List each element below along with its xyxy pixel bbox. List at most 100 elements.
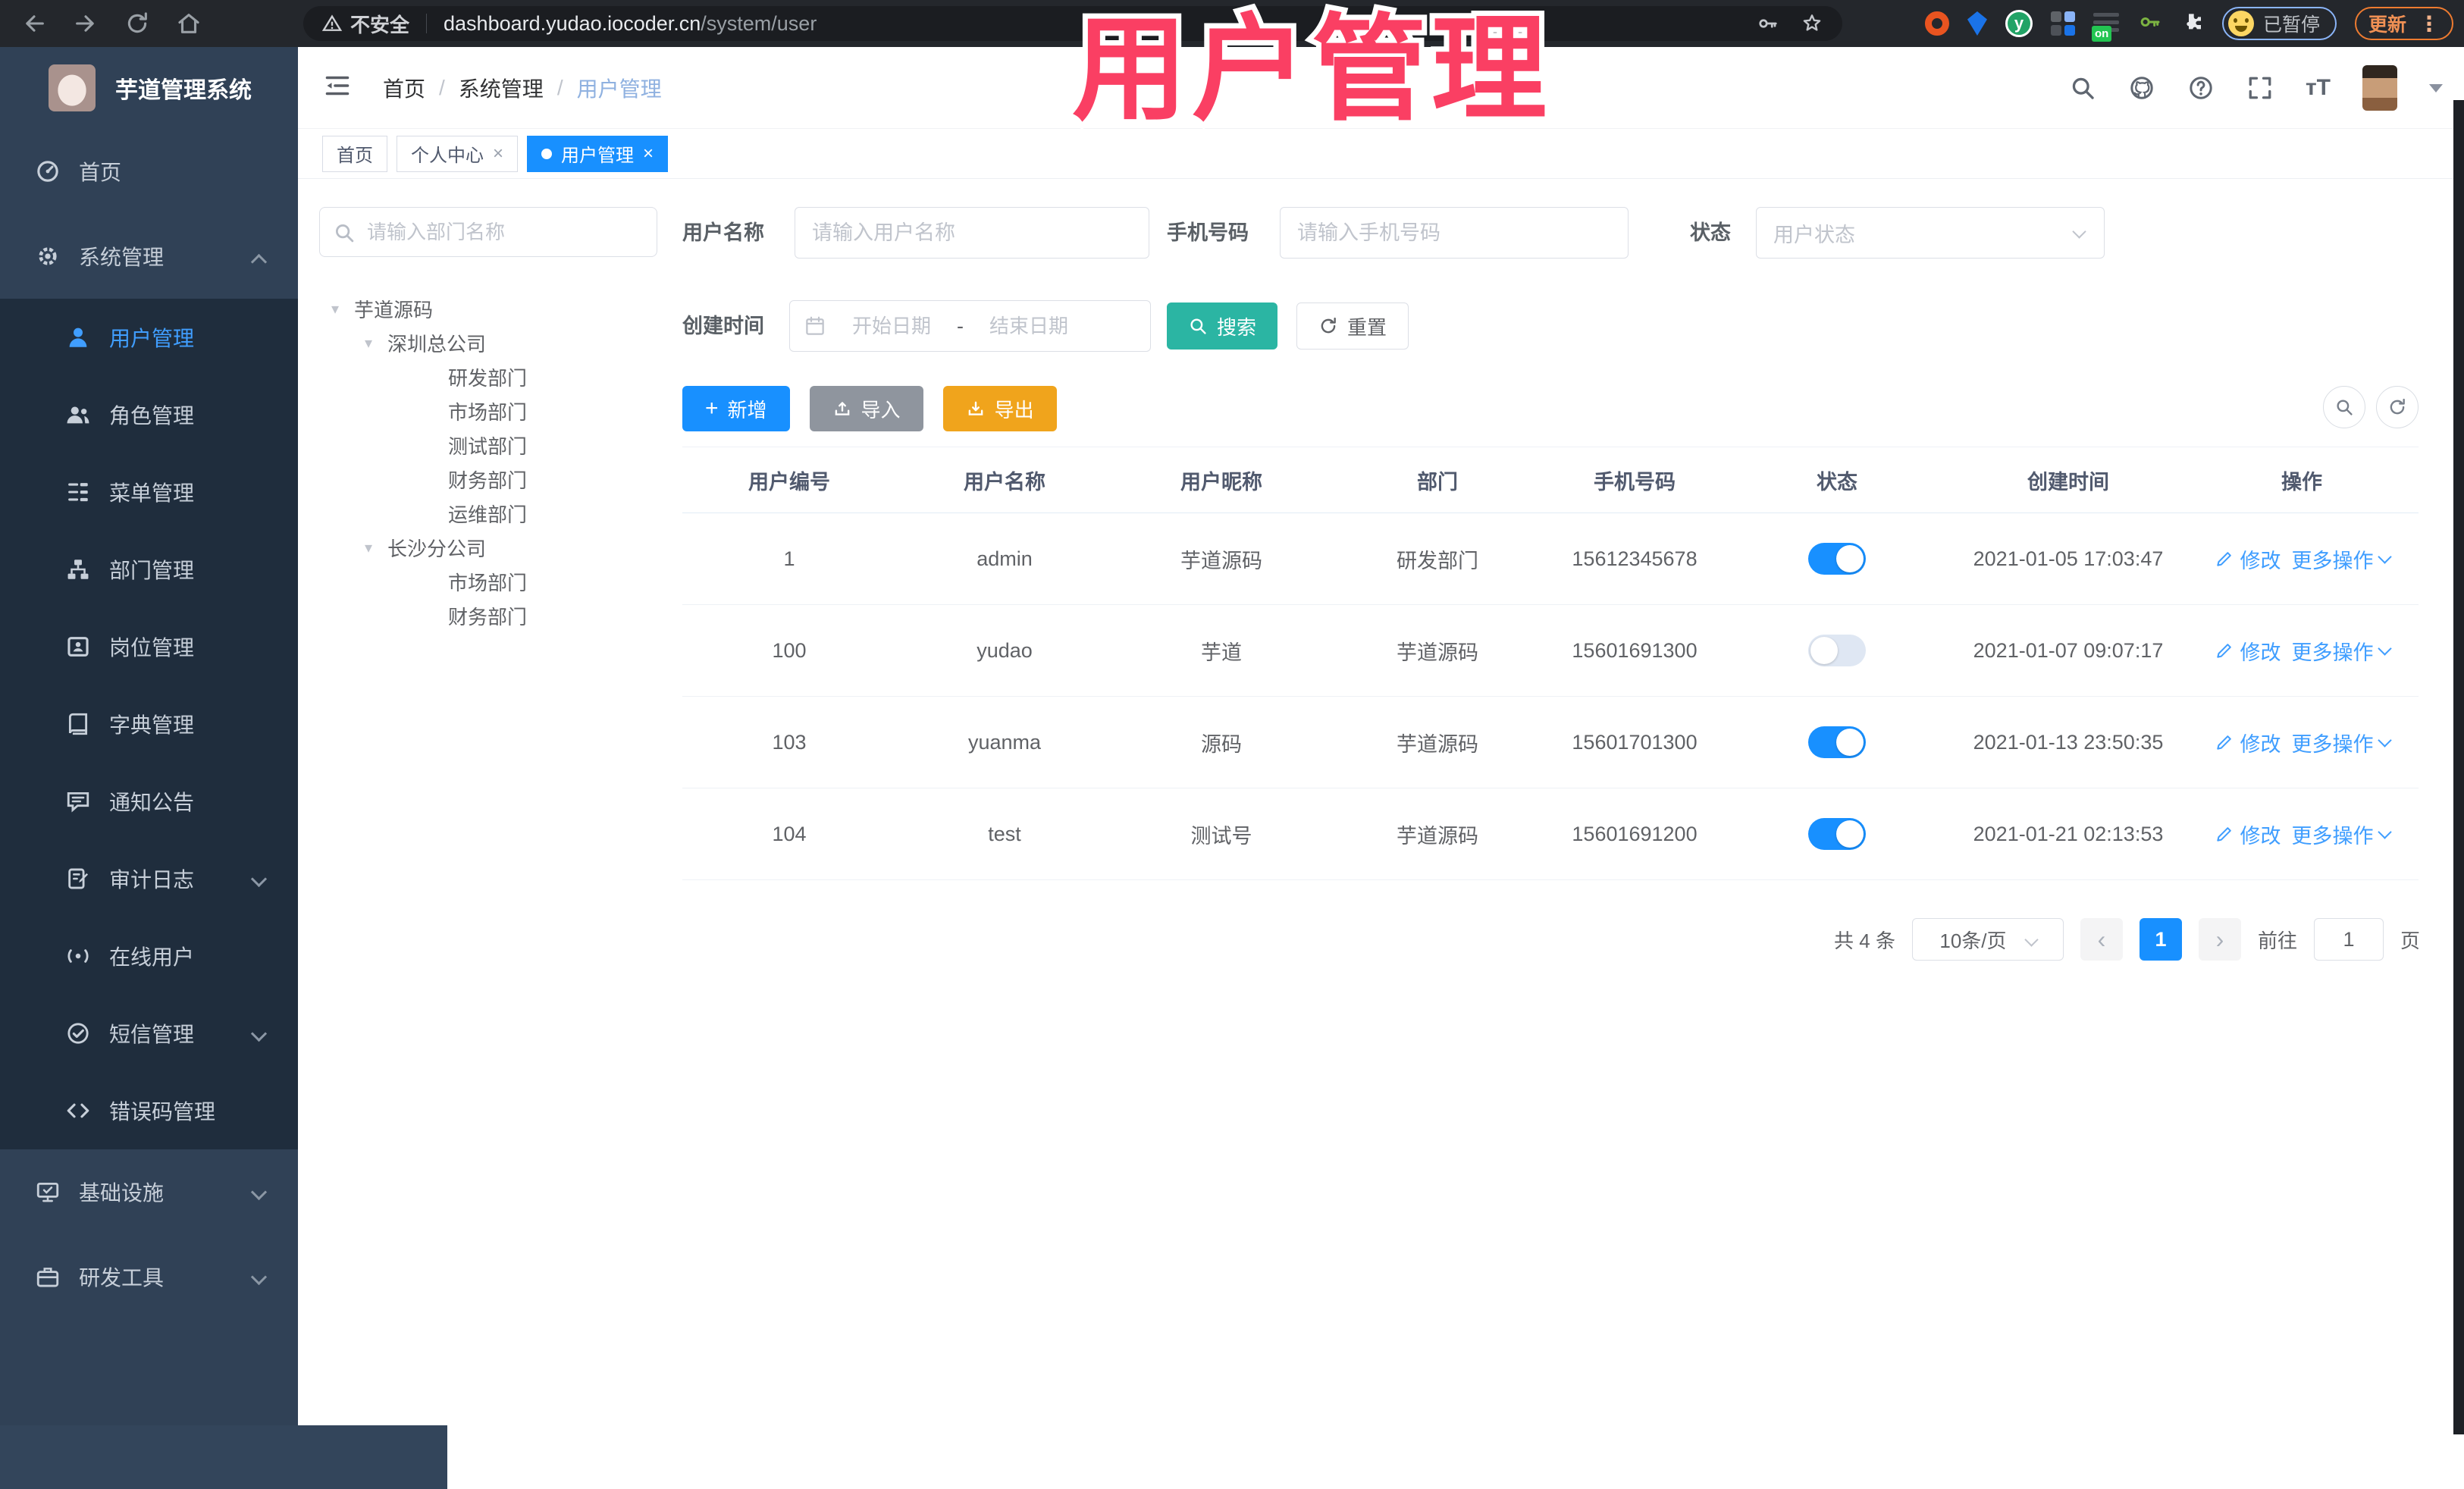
more-actions-link[interactable]: 更多操作 [2292, 820, 2392, 849]
import-button[interactable]: 导入 [809, 386, 923, 431]
sidebar-collapse-button[interactable] [324, 72, 351, 103]
status-toggle[interactable] [1808, 543, 1866, 575]
dept-search-input[interactable] [319, 207, 657, 257]
status-toggle[interactable] [1808, 726, 1866, 758]
sidebar-item-tools[interactable]: 研发工具 [0, 1234, 298, 1319]
caret-down-icon[interactable]: ▾ [365, 334, 387, 353]
browser-reload-button[interactable] [120, 6, 155, 41]
export-button[interactable]: 导出 [942, 386, 1057, 431]
browser-profile-chip[interactable]: 已暂停 [2221, 7, 2337, 40]
date-range-picker[interactable]: - [789, 300, 1151, 352]
tree-node-市场部门[interactable]: 市场部门 [319, 565, 657, 599]
search-button[interactable]: 搜索 [1167, 303, 1277, 350]
status-toggle[interactable] [1808, 635, 1866, 666]
sidebar-item-errcode[interactable]: 错误码管理 [0, 1072, 298, 1149]
tab-首页[interactable]: 首页 [322, 135, 387, 172]
status-toggle[interactable] [1808, 818, 1866, 850]
extensions-puzzle-icon[interactable] [2180, 10, 2204, 38]
extension-green-key-icon[interactable] [2137, 10, 2161, 38]
dev-tools-icon [35, 1264, 61, 1290]
add-button[interactable]: + 新增 [682, 386, 790, 431]
sidebar-item-notice[interactable]: 通知公告 [0, 763, 298, 840]
tree-node-长沙分公司[interactable]: ▾ 长沙分公司 [319, 531, 657, 565]
book-icon [65, 711, 91, 737]
extension-y-icon[interactable]: y [2005, 10, 2033, 37]
tree-node-财务部门[interactable]: 财务部门 [319, 462, 657, 497]
sidebar-item-home[interactable]: 首页 [0, 129, 298, 214]
tree-node-测试部门[interactable]: 测试部门 [319, 428, 657, 462]
caret-down-icon[interactable]: ▾ [331, 299, 354, 318]
avatar-caret-icon[interactable] [2429, 83, 2443, 99]
tree-node-财务部门[interactable]: 财务部门 [319, 599, 657, 633]
prev-page-button[interactable]: ‹ [2080, 918, 2123, 961]
tree-node-芋道源码[interactable]: ▾ 芋道源码 [319, 292, 657, 326]
password-key-icon[interactable] [1756, 12, 1779, 35]
close-icon[interactable]: × [493, 143, 503, 165]
tree-node-深圳总公司[interactable]: ▾ 深圳总公司 [319, 326, 657, 360]
extension-gem-icon[interactable] [1967, 11, 1987, 36]
mobile-input[interactable] [1281, 208, 1628, 258]
bookmark-star-icon[interactable] [1800, 11, 1824, 36]
sidebar-item-infra[interactable]: 基础设施 [0, 1149, 298, 1234]
cell-user-id: 104 [772, 822, 807, 845]
extension-grid-icon[interactable] [2050, 11, 2075, 36]
header-search-icon[interactable] [2069, 74, 2096, 102]
status-select[interactable]: 用户状态 [1756, 207, 2105, 259]
extension-ubuntu-icon[interactable] [1924, 11, 1949, 36]
font-size-icon[interactable]: тT [2306, 75, 2331, 101]
sidebar-item-menu[interactable]: 菜单管理 [0, 453, 298, 531]
help-icon[interactable] [2187, 74, 2215, 102]
close-icon[interactable]: × [643, 143, 654, 165]
github-icon[interactable] [2128, 74, 2155, 102]
browser-menu-kebab-icon[interactable]: ⋮ [2419, 11, 2440, 36]
sidebar-item-dict[interactable]: 字典管理 [0, 685, 298, 763]
sidebar-item-online[interactable]: 在线用户 [0, 917, 298, 995]
page-url[interactable]: dashboard.yudao.iocoder.cn/system/user [444, 12, 817, 36]
breadcrumb-home[interactable]: 首页 [383, 73, 425, 103]
browser-back-button[interactable] [17, 6, 52, 41]
more-actions-link[interactable]: 更多操作 [2292, 636, 2392, 666]
edit-link[interactable]: 修改 [2215, 820, 2281, 849]
page-size-select[interactable]: 10条/页 [1911, 918, 2064, 961]
page-1-button[interactable]: 1 [2139, 918, 2182, 961]
app-logo[interactable]: 芋道管理系统 [0, 47, 298, 129]
column-header: 创建时间 [2027, 470, 2109, 494]
breadcrumb-system[interactable]: 系统管理 [459, 73, 544, 103]
sidebar-item-system[interactable]: 系统管理 [0, 214, 298, 299]
sidebar-item-audit[interactable]: 审计日志 [0, 840, 298, 917]
refresh-table-button[interactable] [2376, 386, 2419, 428]
more-actions-link[interactable]: 更多操作 [2292, 728, 2392, 757]
tree-node-研发部门[interactable]: 研发部门 [319, 360, 657, 394]
edit-link[interactable]: 修改 [2215, 636, 2281, 666]
browser-forward-button[interactable] [68, 6, 103, 41]
user-avatar[interactable] [2362, 64, 2397, 111]
sidebar-item-role[interactable]: 角色管理 [0, 376, 298, 453]
extension-list-on-icon[interactable]: on [2091, 11, 2119, 42]
edit-link[interactable]: 修改 [2215, 728, 2281, 757]
tree-node-运维部门[interactable]: 运维部门 [319, 497, 657, 531]
tab-个人中心[interactable]: 个人中心 × [397, 135, 519, 172]
toggle-search-button[interactable] [2323, 386, 2365, 428]
reset-button[interactable]: 重置 [1296, 303, 1409, 350]
date-end-input[interactable] [968, 301, 1089, 351]
sidebar-item-post[interactable]: 岗位管理 [0, 608, 298, 685]
goto-page-input[interactable] [2313, 918, 2384, 961]
browser-home-button[interactable] [171, 6, 206, 41]
username-input[interactable] [795, 208, 1149, 258]
edit-link[interactable]: 修改 [2215, 544, 2281, 574]
tree-node-市场部门[interactable]: 市场部门 [319, 394, 657, 428]
caret-down-icon[interactable]: ▾ [365, 538, 387, 557]
browser-update-button[interactable]: 更新 ⋮ [2354, 7, 2453, 40]
next-page-button[interactable]: › [2198, 918, 2241, 961]
address-bar[interactable]: 不安全 dashboard.yudao.iocoder.cn/system/us… [303, 6, 1842, 41]
sidebar-item-dept[interactable]: 部门管理 [0, 531, 298, 608]
more-actions-link[interactable]: 更多操作 [2292, 544, 2392, 574]
fullscreen-icon[interactable] [2246, 74, 2274, 102]
security-label[interactable]: 不安全 [350, 10, 409, 38]
sidebar-item-sms[interactable]: 短信管理 [0, 995, 298, 1072]
page-scrollbar[interactable] [2453, 100, 2464, 1434]
mobile-label: 手机号码 [1167, 221, 1249, 244]
sidebar-item-user[interactable]: 用户管理 [0, 299, 298, 376]
tab-用户管理[interactable]: 用户管理 × [527, 135, 669, 172]
date-start-input[interactable] [831, 301, 952, 351]
